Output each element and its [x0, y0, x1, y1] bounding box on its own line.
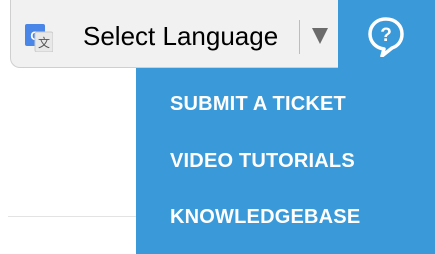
svg-text:文: 文	[38, 35, 50, 50]
menu-item-video-tutorials[interactable]: VIDEO TUTORIALS	[170, 150, 355, 173]
help-button[interactable]: ?	[338, 0, 435, 68]
menu-item-submit-ticket[interactable]: SUBMIT A TICKET	[170, 93, 346, 116]
separator	[299, 20, 300, 54]
dropdown-arrow-icon[interactable]	[311, 25, 329, 47]
help-chat-icon: ?	[368, 17, 404, 57]
content-divider	[8, 216, 136, 217]
menu-item-knowledgebase[interactable]: KNOWLEDGEBASE	[170, 206, 360, 229]
svg-text:?: ?	[380, 25, 392, 46]
google-translate-icon: G 文	[25, 24, 53, 52]
page: G 文 Select Language ? SUBMIT A TICKET VI…	[0, 0, 435, 254]
language-selector[interactable]: G 文 Select Language	[10, 0, 338, 68]
select-language-label: Select Language	[83, 21, 279, 51]
help-dropdown-menu: SUBMIT A TICKET VIDEO TUTORIALS KNOWLEDG…	[136, 68, 435, 254]
